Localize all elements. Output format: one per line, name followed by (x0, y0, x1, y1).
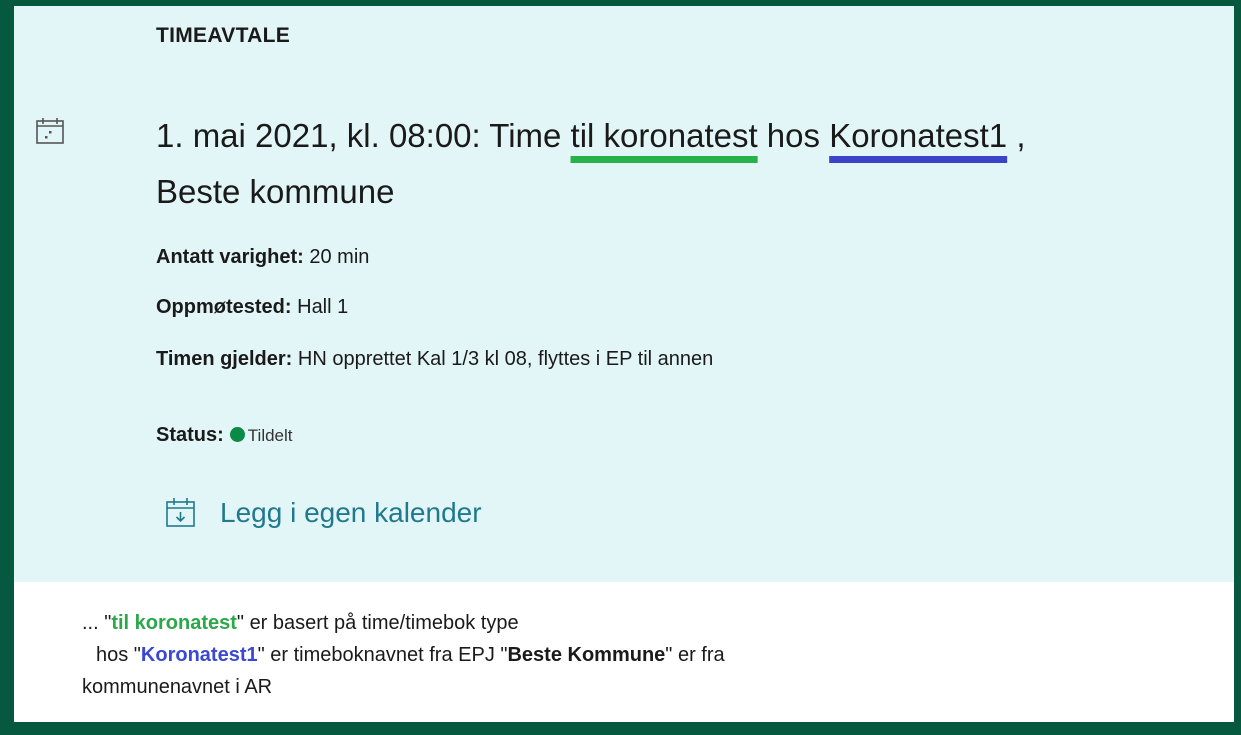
heading-comma: , (1007, 117, 1026, 154)
concerns-row: Timen gjelder: HN opprettet Kal 1/3 kl 0… (156, 348, 713, 371)
duration-row: Antatt varighet: 20 min (156, 246, 369, 269)
status-row: Status: Tildelt (156, 424, 293, 447)
heading-type-text: til koronatest (570, 117, 758, 154)
concerns-value: HN opprettet Kal 1/3 kl 08, flyttes i EP… (292, 348, 714, 370)
note-line2-mid: " er timeboknavnet fra EPJ " (257, 644, 508, 666)
note-municipality-highlight: Beste Kommune (507, 644, 666, 666)
appointment-card: TIMEAVTALE 1. mai 2021, kl. 08:00: Time … (14, 6, 1234, 582)
heading-connector-text: hos (757, 117, 830, 154)
duration-label: Antatt varighet: (156, 246, 304, 268)
concerns-label: Timen gjelder: (156, 348, 293, 370)
note-line2-pre: hos " (96, 644, 141, 666)
location-value: Hall 1 (291, 296, 349, 318)
note-line-1: ... "til koronatest" er basert på time/t… (82, 607, 1202, 639)
note-book-highlight: Koronatest1 (140, 644, 258, 666)
note-type-highlight: til koronatest (111, 612, 237, 634)
note-line1-post: " er basert på time/timebok type (236, 612, 519, 634)
heading-municipality: Beste kommune (156, 173, 395, 210)
location-label: Oppmøtested: (156, 296, 292, 318)
status-value: Tildelt (247, 426, 293, 445)
appointment-panel: TIMEAVTALE 1. mai 2021, kl. 08:00: Time … (14, 6, 1234, 722)
duration-value: 20 min (303, 246, 370, 268)
note-line-3: kommunenavnet i AR (82, 676, 273, 698)
status-dot-icon (229, 427, 245, 442)
add-to-calendar-link[interactable]: Legg i egen kalender (164, 496, 482, 530)
heading-date-text: 1. mai 2021, kl. 08:00: Time (156, 117, 571, 154)
status-label: Status: (156, 424, 224, 446)
appointment-kicker: TIMEAVTALE (156, 24, 291, 47)
heading-book-text: Koronatest1 (829, 117, 1008, 154)
calendar-icon (36, 118, 64, 144)
location-row: Oppmøtested: Hall 1 (156, 296, 348, 319)
note-line2-post: " er fra (665, 644, 725, 666)
explanation-note: ... "til koronatest" er basert på time/t… (82, 607, 1202, 703)
note-line1-pre: ... " (82, 612, 112, 634)
add-to-calendar-label: Legg i egen kalender (220, 497, 482, 528)
note-line-2: hos "Koronatest1" er timeboknavnet fra E… (82, 639, 1202, 671)
calendar-download-icon (166, 498, 195, 527)
appointment-heading: 1. mai 2021, kl. 08:00: Time til koronat… (156, 108, 1234, 220)
